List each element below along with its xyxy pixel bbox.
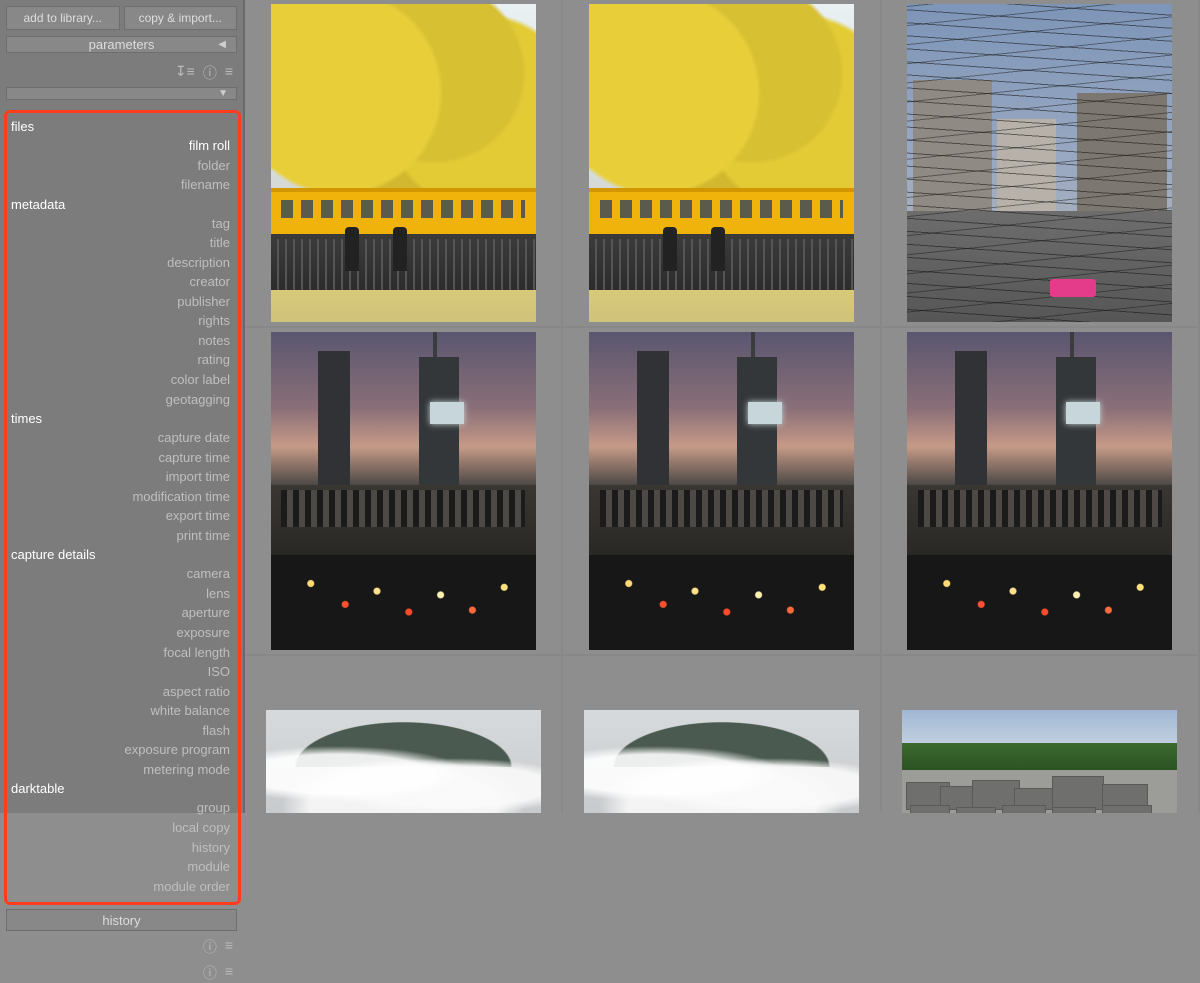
info-icon[interactable]: ⓘ [203, 63, 217, 83]
collection-item-group[interactable]: group [11, 798, 230, 818]
thumbnail-dusk[interactable] [271, 332, 536, 650]
collection-item-description[interactable]: description [11, 253, 230, 273]
grid-cell[interactable] [563, 656, 881, 813]
collection-item-history[interactable]: history [11, 838, 230, 858]
collection-item-camera[interactable]: camera [11, 564, 230, 584]
collection-item-folder[interactable]: folder [11, 156, 230, 176]
collection-item-ISO[interactable]: ISO [11, 662, 230, 682]
collection-item-module-order[interactable]: module order [11, 877, 230, 897]
collection-group-files: files [11, 117, 230, 136]
grid-cell[interactable] [245, 0, 563, 326]
thumbnail-clouds[interactable] [584, 710, 859, 813]
collection-properties-menu: filesfilm rollfolderfilenamemetadatatagt… [4, 110, 241, 905]
info-icon[interactable]: ⓘ [203, 937, 217, 957]
collection-item-film-roll[interactable]: film roll [11, 136, 230, 156]
collection-item-notes[interactable]: notes [11, 331, 230, 351]
grid-cell[interactable] [882, 328, 1200, 654]
collection-group-times: times [11, 409, 230, 428]
menu-icon[interactable]: ≡ [225, 63, 233, 83]
thumbnail-clouds[interactable] [266, 710, 541, 813]
collection-item-title[interactable]: title [11, 233, 230, 253]
collection-item-color-label[interactable]: color label [11, 370, 230, 390]
grid-cell[interactable] [563, 0, 881, 326]
collection-group-darktable: darktable [11, 779, 230, 798]
history-module-header[interactable]: history [6, 909, 237, 931]
thumbnail-street[interactable] [907, 4, 1172, 322]
grid-cell[interactable] [245, 328, 563, 654]
collection-item-creator[interactable]: creator [11, 272, 230, 292]
collection-item-geotagging[interactable]: geotagging [11, 390, 230, 410]
collections-toolbar: ↧≡ ⓘ ≡ [0, 59, 243, 85]
thumbnail-dusk[interactable] [589, 332, 854, 650]
sort-icon[interactable]: ↧≡ [175, 63, 195, 83]
collection-item-import-time[interactable]: import time [11, 467, 230, 487]
chevron-down-icon: ▼ [218, 88, 228, 99]
collection-item-lens[interactable]: lens [11, 584, 230, 604]
thumbnail-memorial[interactable] [902, 710, 1177, 813]
lighttable-grid[interactable] [245, 0, 1200, 813]
collection-item-aperture[interactable]: aperture [11, 603, 230, 623]
grid-cell[interactable] [882, 656, 1200, 813]
thumbnail-ginkgo[interactable] [271, 4, 536, 322]
parameters-label: parameters [89, 37, 155, 52]
parameters-expander[interactable]: parameters ◀ [6, 36, 237, 53]
collection-item-export-time[interactable]: export time [11, 506, 230, 526]
collection-item-focal-length[interactable]: focal length [11, 643, 230, 663]
collection-item-rights[interactable]: rights [11, 311, 230, 331]
collection-rule-dropdown[interactable]: ▼ [6, 87, 237, 100]
info-icon[interactable]: ⓘ [203, 963, 217, 983]
collection-item-exposure-program[interactable]: exposure program [11, 740, 230, 760]
collection-item-modification-time[interactable]: modification time [11, 487, 230, 507]
copy-and-import-button[interactable]: copy & import... [124, 6, 238, 30]
collection-item-publisher[interactable]: publisher [11, 292, 230, 312]
grid-row [245, 0, 1200, 328]
left-panel: add to library... copy & import... param… [0, 0, 245, 813]
grid-cell[interactable] [245, 656, 563, 813]
collapse-left-icon: ◀ [218, 39, 226, 50]
add-to-library-button[interactable]: add to library... [6, 6, 120, 30]
collection-item-metering-mode[interactable]: metering mode [11, 760, 230, 780]
collection-item-print-time[interactable]: print time [11, 526, 230, 546]
thumbnail-dusk[interactable] [907, 332, 1172, 650]
collection-item-local-copy[interactable]: local copy [11, 818, 230, 838]
collection-item-tag[interactable]: tag [11, 214, 230, 234]
collection-item-capture-time[interactable]: capture time [11, 448, 230, 468]
collection-item-white-balance[interactable]: white balance [11, 701, 230, 721]
collection-item-aspect-ratio[interactable]: aspect ratio [11, 682, 230, 702]
collection-item-flash[interactable]: flash [11, 721, 230, 741]
menu-icon[interactable]: ≡ [225, 937, 233, 957]
middle-controls: history ⓘ ≡ ⓘ ≡ [0, 909, 243, 983]
grid-cell[interactable] [563, 328, 881, 654]
collection-group-capture-details: capture details [11, 545, 230, 564]
thumbnail-ginkgo[interactable] [589, 4, 854, 322]
grid-row [245, 656, 1200, 813]
grid-row [245, 328, 1200, 656]
collection-item-capture-date[interactable]: capture date [11, 428, 230, 448]
import-buttons: add to library... copy & import... [0, 0, 243, 30]
collection-item-filename[interactable]: filename [11, 175, 230, 195]
collection-group-metadata: metadata [11, 195, 230, 214]
collection-item-rating[interactable]: rating [11, 350, 230, 370]
collection-item-module[interactable]: module [11, 857, 230, 877]
grid-cell[interactable] [882, 0, 1200, 326]
collection-item-exposure[interactable]: exposure [11, 623, 230, 643]
menu-icon[interactable]: ≡ [225, 963, 233, 983]
